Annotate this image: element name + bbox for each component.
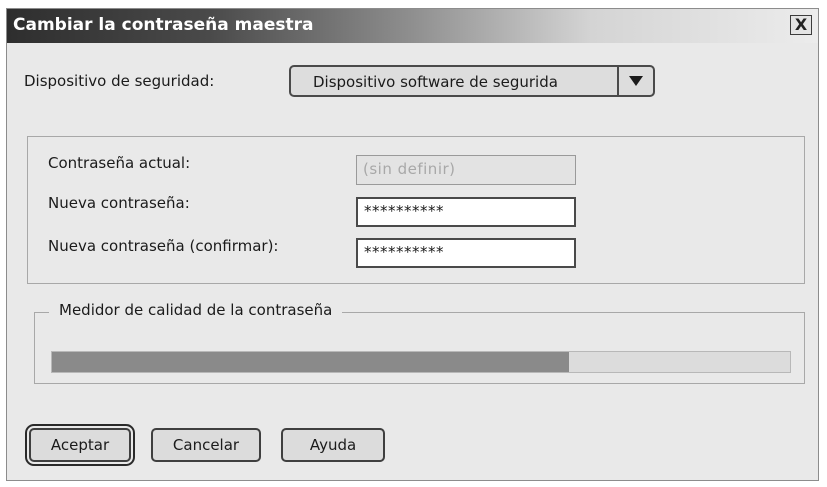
new-password-field[interactable]: ********** bbox=[356, 197, 576, 227]
new-password-label: Nueva contraseña: bbox=[48, 194, 190, 212]
password-quality-group: Medidor de calidad de la contraseña bbox=[34, 301, 805, 384]
current-password-field: (sin definir) bbox=[356, 155, 576, 185]
confirm-password-field[interactable]: ********** bbox=[356, 238, 576, 268]
dropdown-arrow-icon[interactable] bbox=[617, 67, 653, 95]
password-quality-legend: Medidor de calidad de la contraseña bbox=[49, 301, 343, 319]
security-device-select[interactable]: Dispositivo software de segurida bbox=[289, 65, 655, 97]
help-button[interactable]: Ayuda bbox=[281, 428, 385, 462]
confirm-password-label: Nueva contraseña (confirmar): bbox=[48, 237, 279, 255]
dialog-title: Cambiar la contraseña maestra bbox=[13, 15, 314, 35]
title-bar[interactable]: Cambiar la contraseña maestra X bbox=[7, 9, 818, 43]
cancel-button[interactable]: Cancelar bbox=[151, 428, 261, 462]
change-master-password-dialog: Cambiar la contraseña maestra X Disposit… bbox=[6, 8, 819, 481]
triangle-down-icon bbox=[629, 76, 643, 86]
password-quality-meter bbox=[51, 351, 791, 373]
current-password-label: Contraseña actual: bbox=[48, 154, 191, 172]
close-button[interactable]: X bbox=[790, 15, 812, 35]
security-device-label: Dispositivo de seguridad: bbox=[24, 72, 215, 90]
password-quality-meter-fill bbox=[52, 352, 569, 372]
accept-button[interactable]: Aceptar bbox=[25, 424, 135, 466]
security-device-selected-value: Dispositivo software de segurida bbox=[313, 73, 558, 91]
password-fields-group: Contraseña actual: (sin definir) Nueva c… bbox=[27, 136, 805, 284]
